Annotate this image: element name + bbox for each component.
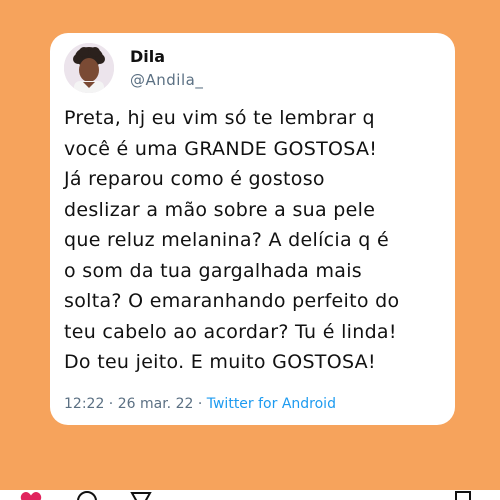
tweet-line: você é uma GRANDE GOSTOSA!	[64, 137, 378, 160]
tweet-line: deslizar a mão sobre a sua pele	[64, 198, 376, 221]
comment-icon[interactable]	[76, 491, 98, 500]
tweet-line: solta? O emaranhando perfeito do	[64, 290, 400, 312]
share-icon[interactable]	[130, 491, 152, 500]
tweet-line: o som da tua gargalhada mais	[64, 259, 362, 282]
tweet-line: Já reparou como é gostoso	[64, 168, 325, 190]
tweet-card: Dila @Andila_ Preta, hj eu vim só te lem…	[50, 33, 455, 425]
tweet-source[interactable]: Twitter for Android	[207, 396, 336, 412]
action-bar	[0, 490, 500, 500]
tweet-line: Do teu jeito. E muito GOSTOSA!	[64, 351, 376, 373]
author-handle[interactable]: @Andila_	[130, 71, 203, 89]
heart-icon[interactable]	[20, 491, 42, 500]
avatar-picture	[64, 43, 114, 93]
tweet-meta: 12:22 · 26 mar. 22 · Twitter for Android	[64, 396, 336, 412]
tweet-date[interactable]: 26 mar. 22	[118, 396, 194, 412]
meta-separator: ·	[193, 396, 207, 412]
post-image: Dila @Andila_ Preta, hj eu vim só te lem…	[0, 0, 500, 500]
tweet-line: Preta, hj eu vim só te lembrar q	[64, 107, 375, 129]
author-name[interactable]: Dila	[130, 47, 165, 66]
tweet-time[interactable]: 12:22	[64, 396, 104, 412]
tweet-text: Preta, hj eu vim só te lembrar q você é …	[64, 103, 449, 378]
meta-separator: ·	[104, 396, 118, 412]
bookmark-icon[interactable]	[454, 491, 472, 500]
avatar	[64, 43, 114, 93]
tweet-line: que reluz melanina? A delícia q é	[64, 229, 389, 251]
tweet-line: teu cabelo ao acordar? Tu é linda!	[64, 320, 397, 343]
